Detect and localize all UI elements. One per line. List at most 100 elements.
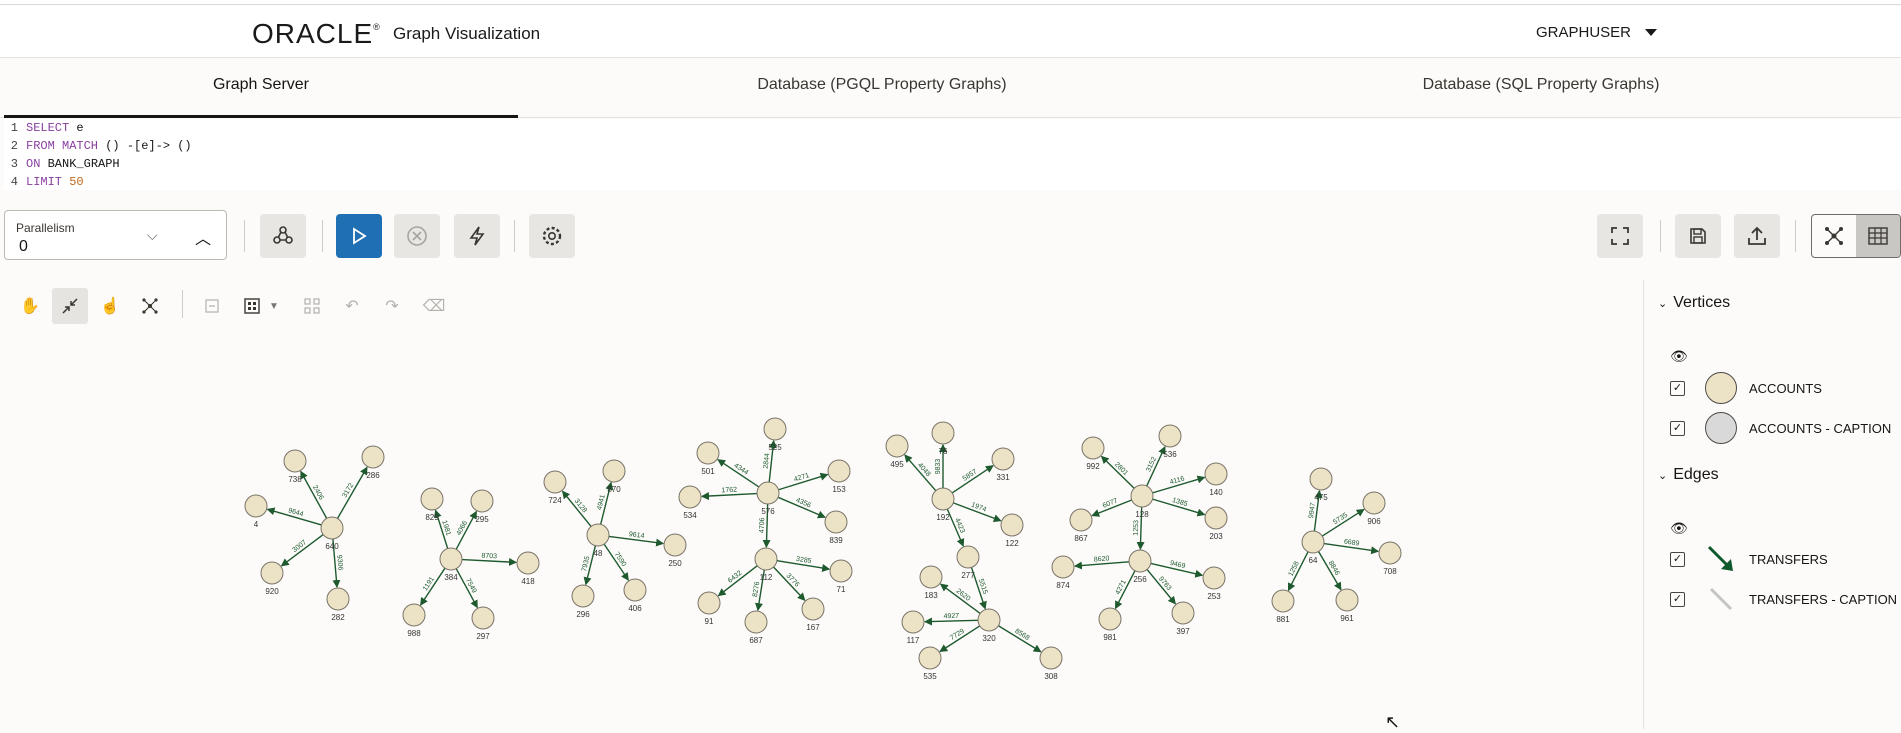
oracle-logo[interactable]: ORACLE® bbox=[252, 18, 381, 50]
vertex-account[interactable] bbox=[678, 485, 702, 509]
chevron-up-icon[interactable]: ︿ bbox=[195, 225, 211, 249]
vertex-account[interactable] bbox=[756, 481, 780, 505]
chevron-down-icon[interactable] bbox=[1645, 29, 1658, 36]
eye-icon[interactable]: 👁 bbox=[1670, 348, 1688, 365]
vertex-account[interactable] bbox=[420, 487, 444, 511]
vertex-account[interactable] bbox=[696, 441, 720, 465]
eye-icon[interactable]: 👁 bbox=[1670, 520, 1688, 537]
graph-view-icon[interactable] bbox=[1812, 215, 1856, 257]
vertex-account[interactable] bbox=[1202, 566, 1226, 590]
vertex-account[interactable] bbox=[1051, 555, 1075, 579]
vertex-account[interactable] bbox=[801, 597, 825, 621]
tab-graph-server[interactable]: Graph Server bbox=[4, 59, 518, 118]
vertex-account[interactable] bbox=[361, 445, 385, 469]
vertex-account[interactable] bbox=[991, 447, 1015, 471]
vertices-section[interactable]: ⌄ Vertices bbox=[1658, 294, 1730, 312]
edges-section[interactable]: ⌄ Edges bbox=[1658, 466, 1719, 484]
tab-database-pgql[interactable]: Database (PGQL Property Graphs) bbox=[518, 59, 1246, 118]
pan-icon[interactable]: ✋ bbox=[12, 288, 48, 324]
vertex-account[interactable] bbox=[543, 470, 567, 494]
graph-canvas[interactable]: 2406 31729644300793061981 406687031191 7549… bbox=[0, 326, 1640, 729]
cancel-query-button[interactable] bbox=[394, 214, 440, 258]
vertex-account[interactable] bbox=[320, 516, 344, 540]
vertex-account[interactable] bbox=[470, 489, 494, 513]
vertex-account[interactable] bbox=[1039, 646, 1063, 670]
vertex-account[interactable] bbox=[1335, 588, 1359, 612]
chevron-down-icon[interactable]: ⌄ bbox=[1658, 469, 1667, 482]
vertex-account[interactable] bbox=[663, 533, 687, 557]
vertex-account[interactable] bbox=[602, 459, 626, 483]
vertex-account[interactable] bbox=[571, 584, 595, 608]
lightning-icon[interactable] bbox=[454, 214, 500, 258]
upload-icon[interactable] bbox=[1734, 214, 1780, 258]
run-query-button[interactable] bbox=[336, 214, 382, 258]
eraser-icon[interactable]: ⌫ bbox=[416, 288, 452, 324]
parallelism-select[interactable]: Parallelism 0 ⌵ ︿ bbox=[4, 210, 227, 260]
vertex-account[interactable] bbox=[824, 510, 848, 534]
vertex-account[interactable] bbox=[1069, 508, 1093, 532]
table-view-icon[interactable] bbox=[1856, 215, 1900, 257]
vertex-account[interactable] bbox=[919, 565, 943, 589]
group-icon[interactable] bbox=[294, 288, 330, 324]
vertex-account[interactable] bbox=[697, 591, 721, 615]
vertex-account[interactable] bbox=[326, 587, 350, 611]
vertex-account[interactable] bbox=[260, 561, 284, 585]
fullscreen-icon[interactable] bbox=[1597, 214, 1643, 258]
network-icon[interactable] bbox=[132, 288, 168, 324]
vertex-account[interactable] bbox=[977, 608, 1001, 632]
vertex-account[interactable] bbox=[1301, 530, 1325, 554]
vertex-account[interactable] bbox=[471, 606, 495, 630]
vertex-account[interactable] bbox=[439, 547, 463, 571]
vertex-account[interactable] bbox=[754, 547, 778, 571]
vertex-account[interactable] bbox=[1098, 607, 1122, 631]
chevron-down-icon[interactable]: ▼ bbox=[264, 288, 284, 324]
vertex-account[interactable] bbox=[1128, 549, 1152, 573]
vertex-account[interactable] bbox=[885, 434, 909, 458]
edge-transfers[interactable] bbox=[700, 492, 758, 501]
edge-transfers[interactable] bbox=[461, 558, 518, 567]
vertex-account[interactable] bbox=[1204, 462, 1228, 486]
vertex-account[interactable] bbox=[244, 494, 268, 518]
checkbox[interactable]: ✓ bbox=[1670, 551, 1685, 567]
edge-swatch[interactable] bbox=[1705, 543, 1737, 575]
checkbox[interactable]: ✓ bbox=[1670, 591, 1685, 607]
vertex-account[interactable] bbox=[283, 449, 307, 473]
vertex-account[interactable] bbox=[1309, 467, 1333, 491]
vertex-account[interactable] bbox=[1204, 506, 1228, 530]
vertex-account[interactable] bbox=[1158, 424, 1182, 448]
vertex-account[interactable] bbox=[1362, 491, 1386, 515]
query-editor[interactable]: 1 SELECT e 2 FROM MATCH () -[e]-> () 3 ON B… bbox=[4, 119, 1901, 190]
save-icon[interactable] bbox=[1675, 214, 1721, 258]
vertex-account[interactable] bbox=[586, 523, 610, 547]
vertex-account[interactable] bbox=[1378, 541, 1402, 565]
vertex-account[interactable] bbox=[1171, 601, 1195, 625]
vertex-account[interactable] bbox=[1271, 589, 1295, 613]
vertex-account[interactable] bbox=[918, 646, 942, 670]
fit-icon[interactable] bbox=[52, 288, 88, 324]
settings-icon[interactable] bbox=[529, 214, 575, 258]
user-menu[interactable]: GRAPHUSER bbox=[1536, 24, 1658, 41]
edge-caption-swatch[interactable] bbox=[1705, 583, 1737, 615]
chevron-down-icon[interactable]: ⌵ bbox=[147, 227, 158, 244]
redo-icon[interactable]: ↷ bbox=[374, 288, 410, 324]
undo-icon[interactable]: ↶ bbox=[334, 288, 370, 324]
vertex-account[interactable] bbox=[1081, 436, 1105, 460]
vertex-account[interactable] bbox=[1130, 484, 1154, 508]
vertex-account[interactable] bbox=[931, 421, 955, 445]
vertex-caption-swatch[interactable] bbox=[1705, 412, 1737, 444]
vertex-account[interactable] bbox=[827, 459, 851, 483]
vertex-account[interactable] bbox=[931, 487, 955, 511]
graph-icon[interactable] bbox=[260, 214, 306, 258]
vertex-account[interactable] bbox=[763, 417, 787, 441]
vertex-account[interactable] bbox=[1000, 513, 1024, 537]
checkbox[interactable]: ✓ bbox=[1670, 380, 1685, 396]
vertex-account[interactable] bbox=[901, 610, 925, 634]
vertex-swatch[interactable] bbox=[1705, 372, 1737, 404]
vertex-account[interactable] bbox=[623, 578, 647, 602]
edge-transfers[interactable] bbox=[923, 617, 979, 626]
chevron-down-icon[interactable]: ⌄ bbox=[1658, 297, 1667, 310]
tab-database-sql[interactable]: Database (SQL Property Graphs) bbox=[1246, 59, 1836, 118]
vertex-account[interactable] bbox=[402, 603, 426, 627]
vertex-account[interactable] bbox=[956, 545, 980, 569]
vertex-account[interactable] bbox=[829, 559, 853, 583]
